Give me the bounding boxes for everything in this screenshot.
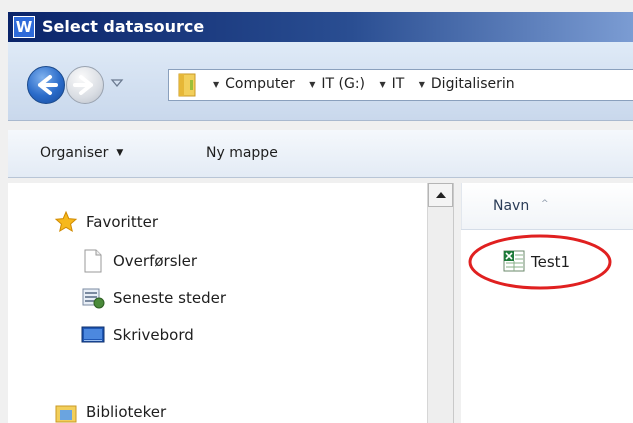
pane-splitter[interactable] [453, 183, 461, 423]
breadcrumb: ▼ Computer ▼ IT (G:) ▼ IT ▼ Digitaliserin [213, 76, 525, 92]
command-toolbar: Organiser ▼ Ny mappe [8, 130, 633, 178]
column-separator [461, 183, 462, 229]
chevron-down-icon[interactable]: ▼ [309, 80, 315, 89]
back-arrow-icon [38, 75, 58, 95]
select-datasource-dialog: W Select datasource ▼ Computer ▼ IT (G:) ▼… [0, 0, 633, 423]
column-header: Navn ^ [461, 183, 633, 230]
breadcrumb-it-drive[interactable]: ▼ IT (G:) [309, 76, 365, 92]
chevron-down-icon[interactable]: ▼ [379, 80, 385, 89]
nav-pane-scrollbar[interactable] [427, 183, 453, 423]
forward-arrow-icon [73, 75, 93, 95]
file-item-test1[interactable]: Test1 [531, 253, 570, 271]
breadcrumb-digitalisering[interactable]: ▼ Digitaliserin [419, 76, 515, 92]
excel-file-icon [503, 250, 525, 272]
recent-pages-dropdown-icon[interactable] [110, 78, 124, 88]
scroll-up-button[interactable] [428, 183, 453, 207]
column-header-name[interactable]: Navn [493, 198, 529, 214]
sort-ascending-icon: ^ [541, 199, 549, 209]
organise-menu-button[interactable]: Organiser ▼ [40, 145, 123, 161]
library-icon [55, 405, 77, 423]
breadcrumb-computer[interactable]: ▼ Computer [213, 76, 295, 92]
document-icon [84, 249, 102, 273]
recent-places-icon [82, 288, 105, 309]
star-icon [54, 210, 78, 233]
back-button[interactable] [27, 66, 65, 104]
navigation-bar: ▼ Computer ▼ IT (G:) ▼ IT ▼ Digitaliserin [8, 42, 633, 121]
chevron-down-icon[interactable]: ▼ [213, 80, 219, 89]
navigation-pane: Favoritter Overførsler Seneste steder Sk… [8, 183, 428, 423]
dropdown-arrow-icon: ▼ [116, 148, 124, 158]
breadcrumb-it[interactable]: ▼ IT [379, 76, 404, 92]
new-folder-button[interactable]: Ny mappe [206, 145, 278, 161]
chevron-down-icon[interactable]: ▼ [419, 80, 425, 89]
word-app-icon: W [13, 16, 35, 38]
window-title: Select datasource [42, 17, 205, 36]
desktop-icon [81, 326, 105, 343]
file-list-pane: Navn ^ Test1 [461, 183, 633, 423]
forward-button[interactable] [66, 66, 104, 104]
folder-icon [178, 73, 196, 97]
title-bar[interactable]: W Select datasource [8, 12, 633, 42]
